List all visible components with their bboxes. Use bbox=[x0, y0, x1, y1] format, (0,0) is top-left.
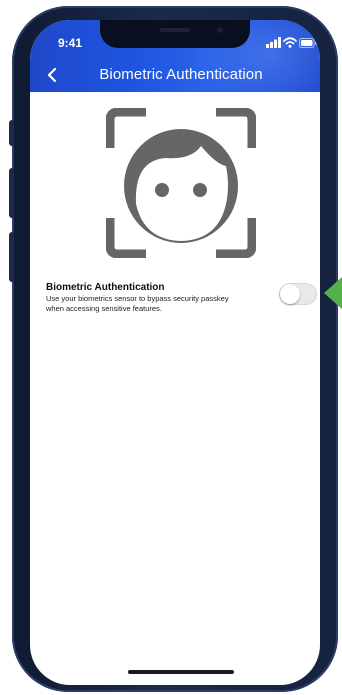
page-title: Biometric Authentication bbox=[99, 66, 263, 83]
speaker-grille bbox=[160, 28, 190, 32]
phone-mockup: 9:41 Biometric Authentication Biometric … bbox=[0, 0, 342, 695]
wifi-icon bbox=[283, 37, 297, 48]
status-icons bbox=[266, 37, 317, 49]
chevron-left-icon bbox=[47, 67, 57, 83]
mute-switch bbox=[9, 120, 14, 146]
volume-down-button bbox=[9, 232, 14, 282]
app-screen: 9:41 Biometric Authentication Biometric … bbox=[30, 20, 320, 685]
face-scan-icon bbox=[106, 108, 256, 258]
back-button[interactable] bbox=[42, 64, 64, 86]
biometric-toggle[interactable] bbox=[279, 283, 317, 305]
notch bbox=[100, 20, 250, 48]
volume-up-button bbox=[9, 168, 14, 218]
home-indicator bbox=[128, 670, 234, 674]
status-time: 9:41 bbox=[58, 36, 83, 50]
biometric-setting-row: Biometric Authentication Use your biomet… bbox=[46, 282, 316, 322]
setting-title: Biometric Authentication bbox=[46, 282, 165, 293]
signal-icon bbox=[266, 37, 281, 48]
arrow-left-icon bbox=[324, 277, 342, 309]
setting-description: Use your biometrics sensor to bypass sec… bbox=[46, 294, 229, 313]
app-header: 9:41 Biometric Authentication bbox=[30, 20, 320, 92]
front-camera bbox=[216, 26, 224, 34]
toggle-knob bbox=[280, 284, 300, 304]
status-bar: 9:41 bbox=[30, 20, 320, 60]
battery-icon bbox=[299, 38, 317, 48]
